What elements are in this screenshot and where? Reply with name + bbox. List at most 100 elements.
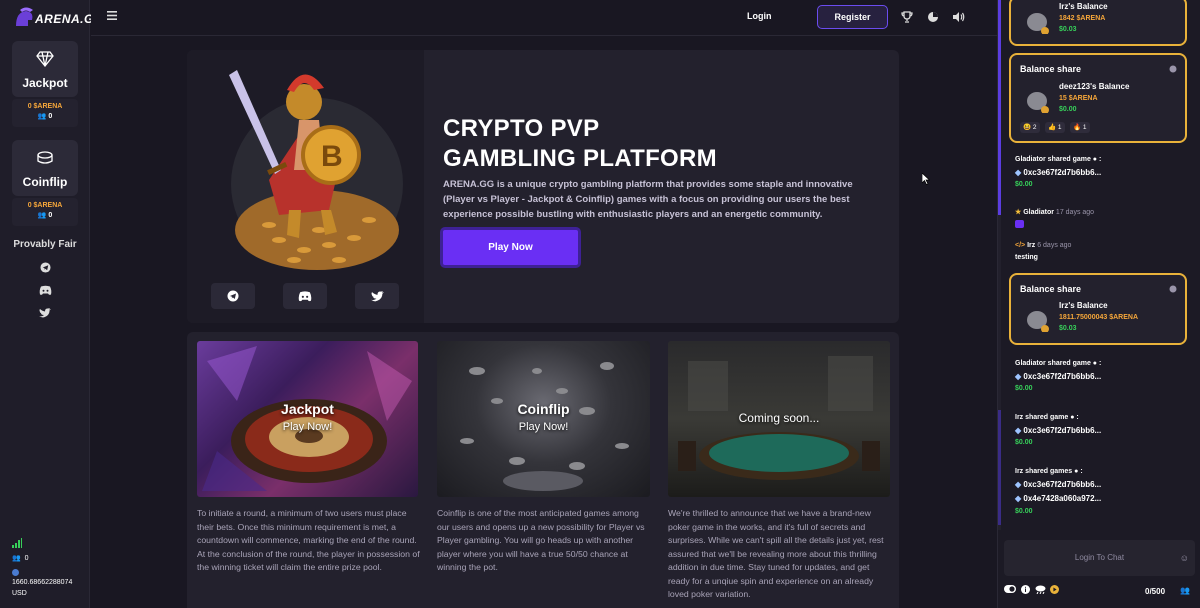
game-hash: 0xc3e67f2d7b6bb6... [1023,168,1102,177]
chat-message: ★ Gladiator 17 days ago [1015,208,1094,216]
players-count: 0 [48,212,53,219]
hero-telegram-button[interactable] [211,283,255,309]
trophy-icon[interactable] [901,11,913,26]
reaction-laugh[interactable]: 😆 2 [1020,122,1040,133]
hero-art: B [187,50,424,323]
balance-value: 1660.68662288074 [12,579,73,586]
card-subtitle: Play Now! [282,421,333,433]
diamond-icon [12,51,78,72]
message-usd: $0.00 [1015,508,1033,515]
coinflip-players: 👥 0 [37,212,53,219]
brand-logo[interactable]: ARENA.GG [10,6,103,32]
hero-title: CRYPTO PVP GAMBLING PLATFORM [443,114,717,174]
card-subtitle: Play Now! [518,421,569,433]
menu-icon[interactable] [107,11,117,21]
pie-chart-icon[interactable] [927,11,939,26]
share-title: Balance share [1020,64,1082,74]
coinflip-stats: 0 $ARENA 👥 0 [12,198,78,226]
shared-game-link[interactable]: ◆ 0xc3e67f2d7b6bb6... [1015,426,1101,435]
shared-game-link[interactable]: ◆ 0x4e7428a060a972... [1015,494,1101,503]
game-label: Coinflip [22,175,68,189]
play-icon[interactable] [1050,585,1059,596]
emoji-icon[interactable]: ☺ [1180,540,1189,576]
reaction-thumbs[interactable]: 👍 1 [1045,122,1065,133]
message-header: Irz shared games [1015,468,1073,475]
game-hash: 0xc3e67f2d7b6bb6... [1023,480,1102,489]
shared-game-link[interactable]: ◆ 0xc3e67f2d7b6bb6... [1015,372,1101,381]
chat-input[interactable]: Login To Chat ☺ [1004,540,1195,576]
chat-input-placeholder: Login To Chat [1074,553,1125,562]
hero-section: B CRYPTO PVP GAMBLING PLATFORM ARENA.GG … [187,50,899,323]
svg-text:B: B [321,140,343,173]
gladiator-helmet-icon [16,7,33,26]
message-usd: $0.00 [1015,385,1033,392]
login-button[interactable]: Login [747,11,772,21]
sidebar-game-jackpot[interactable]: Jackpot [12,41,78,97]
share-usd: $0.03 [1059,26,1077,33]
message-author: Irz [1027,242,1036,249]
reactions: 😆 2 👍 1 🔥 1 [1020,122,1100,133]
share-amount: 1811.75000043 $ARENA [1059,314,1139,321]
gem-icon: ◆ [1015,426,1022,435]
provably-fair-link[interactable]: Provably Fair [0,239,90,250]
discord-icon[interactable] [37,285,53,301]
game-hash: 0xc3e67f2d7b6bb6... [1023,426,1102,435]
share-user: deez123's Balance [1059,82,1130,91]
chat-scrollbar[interactable] [998,0,1001,530]
app-root: ARENA.GG Jackpot 0 $ARENA 👥 0 Coinflip 0… [0,0,1200,608]
balance-share-card: Balance share deez123's Balance 15 $AREN… [1009,53,1187,143]
toggle-icon[interactable] [1004,585,1016,595]
volume-icon[interactable] [952,11,965,26]
telegram-icon[interactable] [37,262,53,278]
share-amount: 1842 $ARENA [1059,15,1106,22]
rain-icon[interactable] [1035,585,1046,596]
hero-title-line1: CRYPTO PVP [443,115,600,142]
twitter-icon[interactable] [37,308,53,324]
reaction-fire[interactable]: 🔥 1 [1070,122,1090,133]
shared-game-link[interactable]: ◆ 0xc3e67f2d7b6bb6... [1015,168,1101,177]
game-hash: 0x4e7428a060a972... [1023,494,1102,503]
chat-scrollbar-thumb-lower[interactable] [998,410,1001,525]
message-header: Irz shared game [1015,414,1069,421]
coinflip-card[interactable]: Coinflip Play Now! [437,341,650,497]
share-usd: $0.03 [1059,325,1077,332]
reaction-count: 2 [1032,124,1037,131]
twitter-icon [370,290,384,302]
hero-title-line2: GAMBLING PLATFORM [443,145,717,172]
message-time: 6 days ago [1037,242,1072,249]
register-button[interactable]: Register [817,5,888,29]
coinflip-description: Coinflip is one of the most anticipated … [437,508,645,572]
left-sidebar: ARENA.GG Jackpot 0 $ARENA 👥 0 Coinflip 0… [0,0,103,608]
chat-message-header: Gladiator shared game ● : [1015,156,1102,163]
piggy-bank-icon [1027,311,1049,332]
balance-share-card: Irz's Balance 1842 $ARENA $0.03 [1009,0,1187,46]
message-usd: $0.00 [1015,439,1033,446]
poker-description: We're thrilled to announce that we have … [668,508,884,599]
hero-description: ARENA.GG is a unique crypto gambling pla… [443,179,853,220]
jackpot-card[interactable]: Jackpot Play Now! [197,341,418,497]
jackpot-description: To initiate a round, a minimum of two us… [197,508,420,572]
share-usd: $0.00 [1059,106,1077,113]
share-user: Irz's Balance [1059,301,1108,310]
play-now-button[interactable]: Play Now [440,227,581,268]
share-icon[interactable] [1169,65,1177,73]
gladiator-illustration: B [229,70,403,270]
balance-currency: USD [12,590,27,597]
hero-twitter-button[interactable] [355,283,399,309]
gem-icon: ◆ [1015,480,1022,489]
online-users: 👥 0 [12,555,29,562]
shared-game-link[interactable]: ◆ 0xc3e67f2d7b6bb6... [1015,480,1101,489]
game-label: Jackpot [22,76,68,90]
card-title: Coming soon... [738,411,820,425]
char-counter: 0/500 [1145,587,1166,596]
info-icon[interactable] [1021,585,1030,596]
game-hash: 0xc3e67f2d7b6bb6... [1023,372,1102,381]
card-title: Jackpot [281,401,334,417]
online-count: 0 [24,555,29,562]
sidebar-game-coinflip[interactable]: Coinflip [12,140,78,196]
share-amount: 15 $ARENA [1059,95,1098,102]
share-icon[interactable] [1169,285,1177,293]
hero-discord-button[interactable] [283,283,327,309]
games-section: Jackpot Play Now! To initiate a round, a… [187,332,899,608]
chat-scrollbar-thumb[interactable] [998,0,1001,215]
